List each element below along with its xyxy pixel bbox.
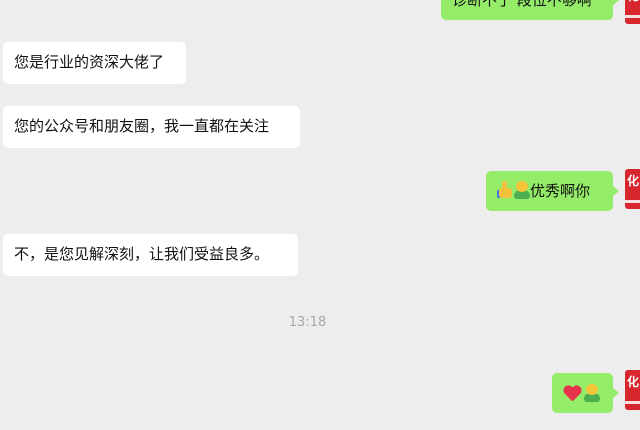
avatar-logo-icon: 化 xyxy=(627,174,640,188)
avatar-logo-icon: 化 xyxy=(627,0,639,2)
message-text: 不，是您见解深刻，让我们受益良多。 xyxy=(14,245,270,263)
received-message[interactable]: 不，是您见解深刻，让我们受益良多。 xyxy=(3,234,298,276)
heart-icon xyxy=(563,385,581,402)
avatar[interactable]: 化 xyxy=(625,370,640,410)
message-text: 您的公众号和朋友圈，我一直都在关注 xyxy=(14,117,270,135)
hug-emoji-icon xyxy=(514,181,530,199)
avatar[interactable]: 化 xyxy=(625,169,640,209)
thumbs-up-icon xyxy=(497,181,514,199)
received-message[interactable]: 您是行业的资深大佬了 xyxy=(3,42,186,84)
hug-emoji-icon xyxy=(584,384,600,402)
message-text: 诊断不了 段位不够啊 xyxy=(452,0,592,9)
received-message[interactable]: 您的公众号和朋友圈，我一直都在关注 xyxy=(3,106,300,148)
avatar-logo-icon: 化 xyxy=(627,375,640,389)
timestamp: 13:18 xyxy=(288,315,327,330)
sent-message-partial[interactable]: 诊断不了 段位不够啊 xyxy=(441,0,619,20)
message-text: 优秀啊你 xyxy=(530,182,591,200)
avatar[interactable]: 化 xyxy=(625,0,640,24)
sent-message[interactable]: 优秀啊你 xyxy=(486,171,619,211)
sent-message[interactable] xyxy=(552,373,619,413)
message-text: 您是行业的资深大佬了 xyxy=(14,53,165,71)
